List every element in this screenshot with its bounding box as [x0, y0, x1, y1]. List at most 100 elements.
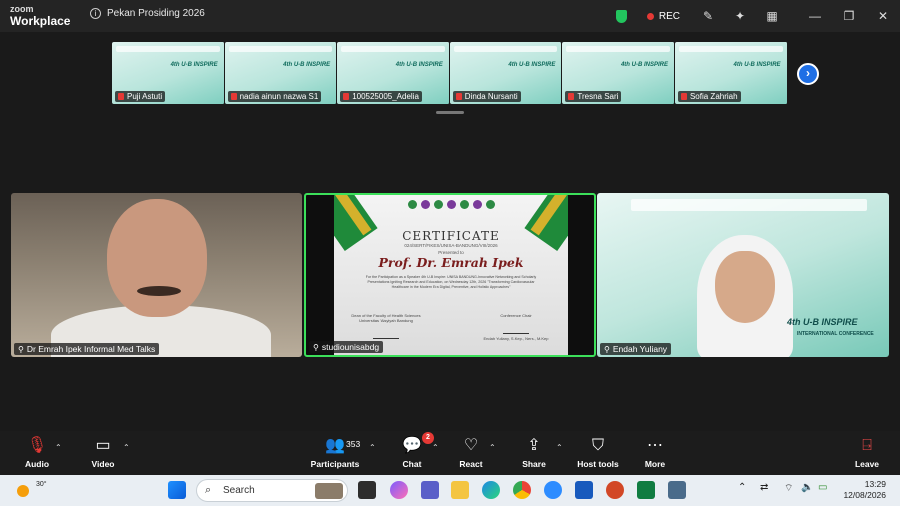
- certificate-number: 024/SERT/FIKES/UNISA-BANDUNG/VIII/2026: [404, 243, 498, 248]
- network-share-icon[interactable]: ⇄: [760, 482, 768, 493]
- muted-mic-icon: [118, 93, 124, 100]
- video-button[interactable]: ▭ Video: [88, 435, 118, 469]
- windows-taskbar: 30° ⌕ Search ⌃ ⇄ ⌔ 🔈 ▭ 13:29 12/08/2026: [0, 475, 900, 506]
- chat-options-caret[interactable]: ⌃: [432, 443, 439, 452]
- participant-face: [715, 251, 775, 323]
- zoom-app-icon[interactable]: [544, 481, 562, 499]
- thumb-inspire-text: 4th U-B INSPIRE: [508, 62, 556, 68]
- participant-name: Dinda Nursanti: [452, 91, 521, 102]
- weather-temperature: 30°: [36, 481, 47, 488]
- file-explorer-icon[interactable]: [451, 481, 469, 499]
- logo-banner: [116, 46, 220, 52]
- thumb-inspire-text: 4th U-B INSPIRE: [395, 62, 443, 68]
- participants-options-caret[interactable]: ⌃: [369, 443, 376, 452]
- windows-start-icon[interactable]: [168, 481, 186, 499]
- participant-thumbnail[interactable]: 4th U-B INSPIRE Puji Astuti: [112, 42, 225, 104]
- share-options-caret[interactable]: ⌃: [556, 443, 563, 452]
- logo-banner: [631, 199, 867, 211]
- battery-icon[interactable]: ▭: [818, 482, 827, 493]
- annotate-icon[interactable]: ✎: [702, 10, 714, 22]
- participant-thumbnail[interactable]: 4th U-B INSPIRE 100525005_Adelia: [337, 42, 450, 104]
- audio-options-caret[interactable]: ⌃: [55, 443, 62, 452]
- next-page-button[interactable]: ›: [797, 63, 819, 85]
- thumb-inspire-text: 4th U-B INSPIRE: [620, 62, 668, 68]
- participants-count: 353: [346, 439, 361, 449]
- clock-time: 13:29: [864, 479, 886, 489]
- participant-name: ⚲ Endah Yuliany: [600, 343, 672, 355]
- muted-mic-icon: [680, 93, 687, 100]
- audio-button[interactable]: 🎙 Audio: [22, 435, 52, 469]
- heart-react-icon: ♡: [463, 437, 479, 454]
- participant-thumbnail[interactable]: 4th U-B INSPIRE nadia ainun nazwa S1: [224, 42, 338, 104]
- apps-icon[interactable]: ▦: [766, 10, 778, 22]
- volume-icon[interactable]: 🔈: [801, 482, 813, 493]
- copilot-icon[interactable]: [390, 481, 408, 499]
- info-icon[interactable]: i: [90, 8, 101, 19]
- record-dot-icon: [646, 12, 654, 20]
- signature-icon: [373, 325, 399, 339]
- chrome-icon[interactable]: [513, 481, 531, 499]
- microphone-muted-icon: 🎙: [26, 437, 48, 454]
- restore-icon[interactable]: ❐: [832, 9, 866, 23]
- weather-sun-icon: [17, 485, 29, 497]
- more-button[interactable]: ⋯ More: [640, 435, 670, 469]
- participant-name: ⚲ Dr Emrah Ipek Informal Med Talks: [14, 343, 160, 355]
- word-icon[interactable]: [575, 481, 593, 499]
- video-tile-speaker[interactable]: ⚲ Dr Emrah Ipek Informal Med Talks: [11, 193, 302, 357]
- brand-top: zoom: [10, 4, 34, 14]
- muted-mic-icon: [455, 93, 462, 100]
- strip-resize-handle[interactable]: [436, 111, 464, 114]
- participant-name: Tresna Sari: [565, 91, 622, 102]
- shield-icon[interactable]: [615, 9, 627, 23]
- participant-name: nadia ainun nazwa S1: [227, 91, 322, 102]
- host-tools-button[interactable]: ⛉ Host tools: [575, 435, 621, 469]
- participant-thumbnail[interactable]: 4th U-B INSPIRE Dinda Nursanti: [449, 42, 563, 104]
- react-button[interactable]: ♡ React: [456, 435, 486, 469]
- signature-right: Conference Chair Endah Yuliany, S.Kep., …: [483, 313, 549, 341]
- close-icon[interactable]: ✕: [866, 9, 900, 23]
- thumb-inspire-text: 4th U-B INSPIRE: [733, 62, 781, 68]
- teams-icon[interactable]: [421, 481, 439, 499]
- certificate-slide: CERTIFICATE 024/SERT/FIKES/UNISA-BANDUNG…: [334, 195, 568, 355]
- excel-icon[interactable]: [637, 481, 655, 499]
- edge-icon[interactable]: [482, 481, 500, 499]
- meeting-info[interactable]: i Pekan Prosiding 2026: [90, 8, 205, 19]
- ai-companion-icon[interactable]: ✦: [734, 10, 746, 22]
- participant-thumbnail[interactable]: 4th U-B INSPIRE Sofia Zahriah: [674, 42, 788, 104]
- rec-label: REC: [658, 10, 680, 22]
- logo-banner: [453, 46, 558, 52]
- tray-overflow-icon[interactable]: ⌃: [738, 482, 746, 493]
- minimize-icon[interactable]: —: [798, 9, 832, 23]
- speaker-head: [107, 199, 207, 317]
- certificate-recipient: Prof. Dr. Emrah Ipek: [378, 255, 524, 270]
- thumb-inspire-text: 4th U-B INSPIRE: [283, 62, 331, 68]
- taskbar-clock[interactable]: 13:29 12/08/2026: [843, 479, 886, 501]
- logo-banner: [228, 46, 333, 52]
- task-view-icon[interactable]: [358, 481, 376, 499]
- title-bar: zoom Workplace i Pekan Prosiding 2026 RE…: [0, 0, 900, 32]
- powerpoint-icon[interactable]: [606, 481, 624, 499]
- wifi-icon[interactable]: ⌔: [784, 482, 793, 495]
- certificate-body: For the Participation as a Speaker 4th U…: [365, 275, 537, 290]
- weather-widget[interactable]: 30°: [14, 479, 47, 501]
- search-icon: ⌕: [205, 484, 212, 496]
- video-options-caret[interactable]: ⌃: [123, 443, 130, 452]
- muted-mic-icon: [343, 93, 350, 100]
- clock-date: 12/08/2026: [843, 490, 886, 500]
- chat-button[interactable]: 💬 2 Chat: [398, 432, 434, 469]
- more-dots-icon: ⋯: [647, 437, 663, 454]
- video-tile-active-speaker[interactable]: CERTIFICATE 024/SERT/FIKES/UNISA-BANDUNG…: [304, 193, 596, 357]
- share-screen-icon: ⇪: [527, 437, 541, 454]
- taskbar-search[interactable]: ⌕ Search: [196, 479, 348, 502]
- share-button[interactable]: ⇪ Share: [519, 435, 549, 469]
- video-tile-participant[interactable]: 4th U-B INSPIRE INTERNATIONAL CONFERENCE…: [597, 193, 889, 357]
- participant-thumbnail[interactable]: 4th U-B INSPIRE Tresna Sari: [562, 42, 675, 104]
- participant-strip: 4th U-B INSPIRE Puji Astuti 4th U-B INSP…: [112, 42, 788, 104]
- recording-indicator[interactable]: REC: [646, 10, 680, 22]
- calculator-icon[interactable]: [668, 481, 686, 499]
- speaker-mustache: [137, 286, 181, 296]
- participant-name: 100525005_Adelia: [340, 91, 422, 102]
- react-options-caret[interactable]: ⌃: [489, 443, 496, 452]
- logo-banner: [566, 46, 670, 52]
- leave-button[interactable]: ⍈ Leave: [852, 435, 882, 469]
